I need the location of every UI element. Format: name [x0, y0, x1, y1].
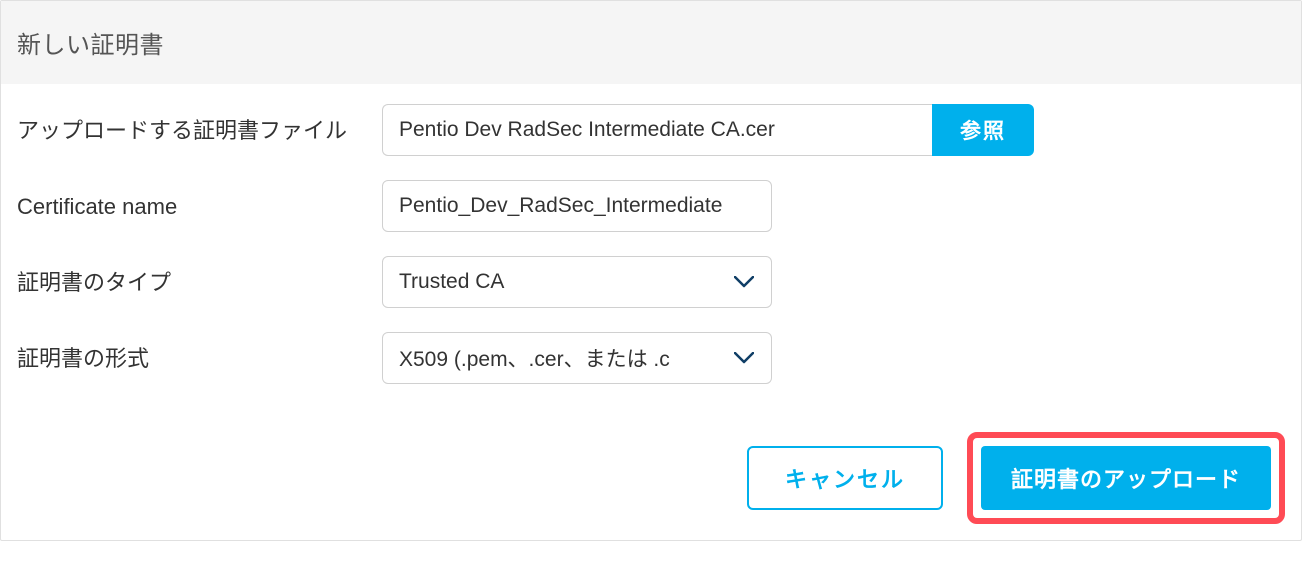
dialog-body: アップロードする証明書ファイル 参照 Certificate name 証明書の…: [1, 84, 1301, 416]
dialog-header: 新しい証明書: [1, 1, 1301, 84]
control-cert-type: Trusted CA: [382, 256, 1285, 308]
label-cert-file: アップロードする証明書ファイル: [17, 104, 382, 152]
row-cert-name: Certificate name: [17, 180, 1285, 232]
new-certificate-dialog: 新しい証明書 アップロードする証明書ファイル 参照 Certificate na…: [0, 0, 1302, 541]
dialog-title: 新しい証明書: [17, 25, 1285, 60]
cancel-button[interactable]: キャンセル: [747, 446, 943, 510]
cert-type-select[interactable]: Trusted CA: [382, 256, 772, 308]
cert-name-input[interactable]: [382, 180, 772, 232]
row-cert-file: アップロードする証明書ファイル 参照: [17, 104, 1285, 156]
upload-highlight-box: 証明書のアップロード: [967, 432, 1285, 524]
upload-certificate-button[interactable]: 証明書のアップロード: [981, 446, 1271, 510]
label-cert-type: 証明書のタイプ: [17, 256, 382, 304]
row-cert-format: 証明書の形式 X509 (.pem、.cer、または .c: [17, 332, 1285, 384]
label-cert-name: Certificate name: [17, 180, 382, 228]
cert-file-input[interactable]: [382, 104, 932, 156]
control-cert-file: 参照: [382, 104, 1285, 156]
file-input-group: 参照: [382, 104, 1034, 156]
cert-type-select-wrap: Trusted CA: [382, 256, 772, 308]
control-cert-name: [382, 180, 1285, 232]
cert-format-select-wrap: X509 (.pem、.cer、または .c: [382, 332, 772, 384]
dialog-footer: キャンセル 証明書のアップロード: [1, 416, 1301, 540]
cert-format-select[interactable]: X509 (.pem、.cer、または .c: [382, 332, 772, 384]
control-cert-format: X509 (.pem、.cer、または .c: [382, 332, 1285, 384]
browse-button[interactable]: 参照: [932, 104, 1034, 156]
label-cert-format: 証明書の形式: [17, 332, 382, 380]
row-cert-type: 証明書のタイプ Trusted CA: [17, 256, 1285, 308]
